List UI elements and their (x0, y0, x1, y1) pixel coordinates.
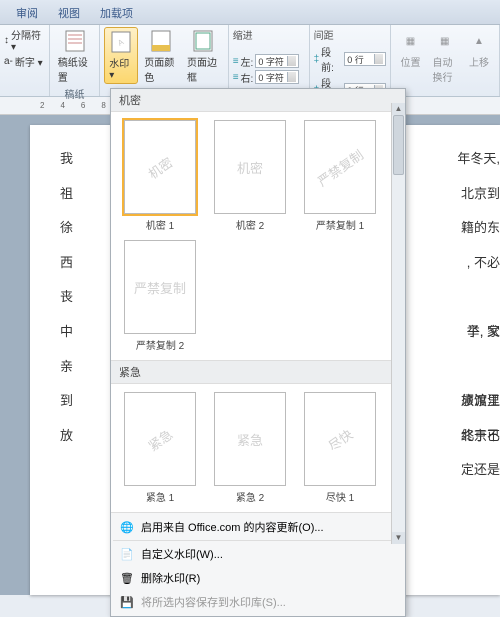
wm-urgent-1[interactable]: 紧急紧急 1 (119, 392, 201, 504)
indent-right-row[interactable]: ≡右:0 字符 (233, 70, 305, 85)
wm-confidential-1[interactable]: 机密机密 1 (119, 120, 201, 232)
scroll-up-icon[interactable]: ▲ (392, 103, 405, 115)
watermark-icon: A (109, 30, 133, 54)
scroll-thumb[interactable] (393, 115, 404, 175)
tab-review[interactable]: 审阅 (6, 2, 48, 24)
paper-icon (63, 29, 87, 53)
tab-addins[interactable]: 加载项 (90, 2, 143, 24)
menu-office-updates[interactable]: 🌐启用来自 Office.com 的内容更新(O)... (111, 515, 405, 539)
space-before-row[interactable]: ‡段前:0 行 (314, 44, 386, 74)
dropdown-scrollbar[interactable]: ▲ ▼ (391, 103, 405, 544)
tab-view[interactable]: 视图 (48, 2, 90, 24)
watermark-button[interactable]: A 水印 ▾ (104, 27, 138, 84)
forward-button[interactable]: ▲ 上移 (463, 27, 495, 71)
wm-nocopy-1[interactable]: 严禁复制严禁复制 1 (299, 120, 381, 232)
wm-asap-1[interactable]: 尽快尽快 1 (299, 392, 381, 504)
hyphenation-button[interactable]: a- 断字 ▾ (4, 54, 45, 69)
save-wm-icon: 💾 (119, 594, 135, 610)
pagecolor-icon (149, 29, 173, 53)
custom-wm-icon: 📄 (119, 546, 135, 562)
section-urgent: 紧急 (111, 361, 405, 383)
position-button[interactable]: ▦ 位置 (395, 27, 427, 71)
pageborder-button[interactable]: 页面边框 (183, 27, 224, 86)
indent-title: 缩进 (233, 27, 305, 42)
pageborder-icon (191, 29, 215, 53)
wm-urgent-2[interactable]: 紧急紧急 2 (209, 392, 291, 504)
ribbon-tabs: 审阅 视图 加载项 (0, 0, 500, 25)
menu-custom-watermark[interactable]: 📄自定义水印(W)... (111, 542, 405, 566)
remove-wm-icon: 🗑 (119, 570, 135, 586)
pagecolor-button[interactable]: 页面颜色 (140, 27, 181, 86)
breaks-button[interactable]: ↕ 分隔符 ▾ (4, 27, 45, 53)
forward-icon: ▲ (467, 29, 491, 53)
position-icon: ▦ (399, 29, 423, 53)
globe-icon: 🌐 (119, 519, 135, 535)
ribbon: ↕ 分隔符 ▾ a- 断字 ▾ 稿纸设置 稿纸 A 水印 ▾ 页面颜色 页 (0, 25, 500, 97)
wm-confidential-2[interactable]: 机密机密 2 (209, 120, 291, 232)
wm-nocopy-2[interactable]: 严禁复制严禁复制 2 (119, 240, 201, 352)
scroll-down-icon[interactable]: ▼ (392, 532, 405, 544)
section-confidential: 机密 (111, 89, 405, 111)
spacing-title: 间距 (314, 27, 386, 42)
watermark-dropdown: 机密 机密机密 1 机密机密 2 严禁复制严禁复制 1 严禁复制严禁复制 2 紧… (110, 88, 406, 617)
menu-remove-watermark[interactable]: 🗑删除水印(R) (111, 566, 405, 590)
indent-left-row[interactable]: ≡左:0 字符 (233, 54, 305, 69)
group-label-paper: 稿纸 (54, 86, 96, 101)
wrap-icon: ▦ (433, 29, 457, 53)
paper-settings-button[interactable]: 稿纸设置 (54, 27, 96, 86)
wrap-button[interactable]: ▦ 自动换行 (429, 27, 462, 86)
menu-save-watermark: 💾将所选内容保存到水印库(S)... (111, 590, 405, 614)
